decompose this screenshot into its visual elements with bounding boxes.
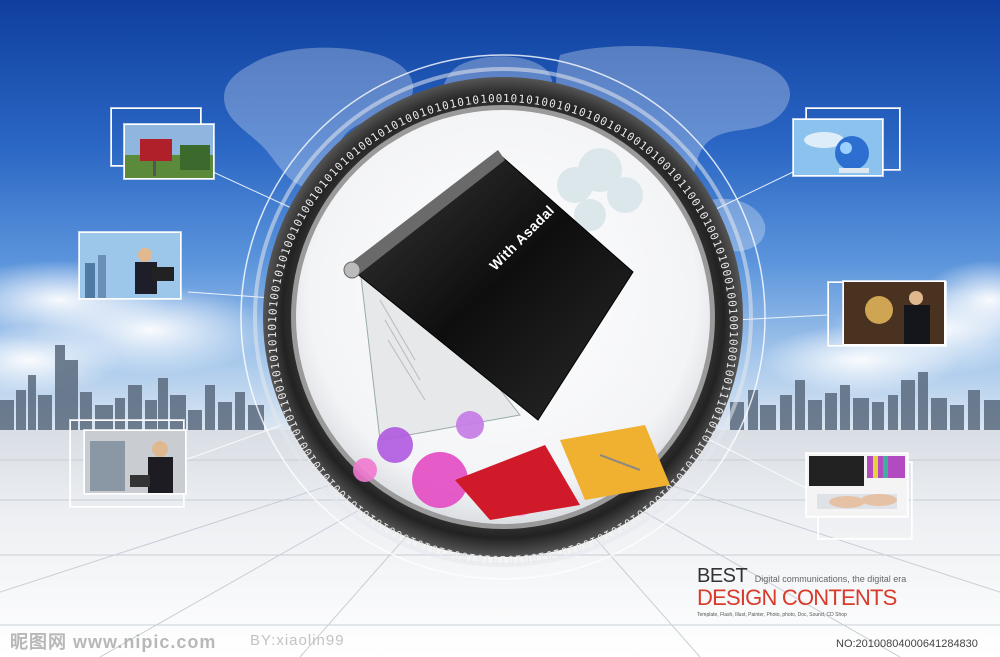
watermark-author: BY:xiaolin99 bbox=[250, 632, 345, 649]
keyboard-icon bbox=[807, 454, 907, 516]
presenter-photo[interactable] bbox=[843, 281, 945, 345]
watermark-number: NO:20100804000641284830 bbox=[836, 638, 978, 650]
office-worker-photo[interactable] bbox=[84, 430, 186, 494]
brand-tagline: Template, Flash, Illust, Painter, Photo,… bbox=[697, 612, 847, 618]
brand-subtitle: Digital communications, the digital era bbox=[754, 574, 907, 584]
person-icon bbox=[80, 233, 180, 298]
brand-block: BEST Digital communications, the digital… bbox=[697, 565, 997, 618]
person-icon bbox=[844, 282, 944, 344]
globe-puzzle-photo[interactable] bbox=[793, 119, 883, 176]
mailbox-photo[interactable] bbox=[124, 124, 214, 179]
businessman-laptop-photo[interactable] bbox=[79, 232, 181, 299]
mailbox-icon bbox=[125, 125, 213, 178]
globe-icon bbox=[794, 120, 882, 175]
watermark-site: 昵图网 www.nipic.com bbox=[10, 632, 217, 652]
typing-hands-photo[interactable] bbox=[806, 453, 908, 517]
brand-design-contents: DESIGN CONTENTS bbox=[697, 585, 897, 610]
poster-canvas: 1010100101010010100101001011001010010100… bbox=[0, 0, 1000, 657]
brand-best: BEST bbox=[697, 565, 748, 587]
person-icon bbox=[85, 431, 185, 493]
